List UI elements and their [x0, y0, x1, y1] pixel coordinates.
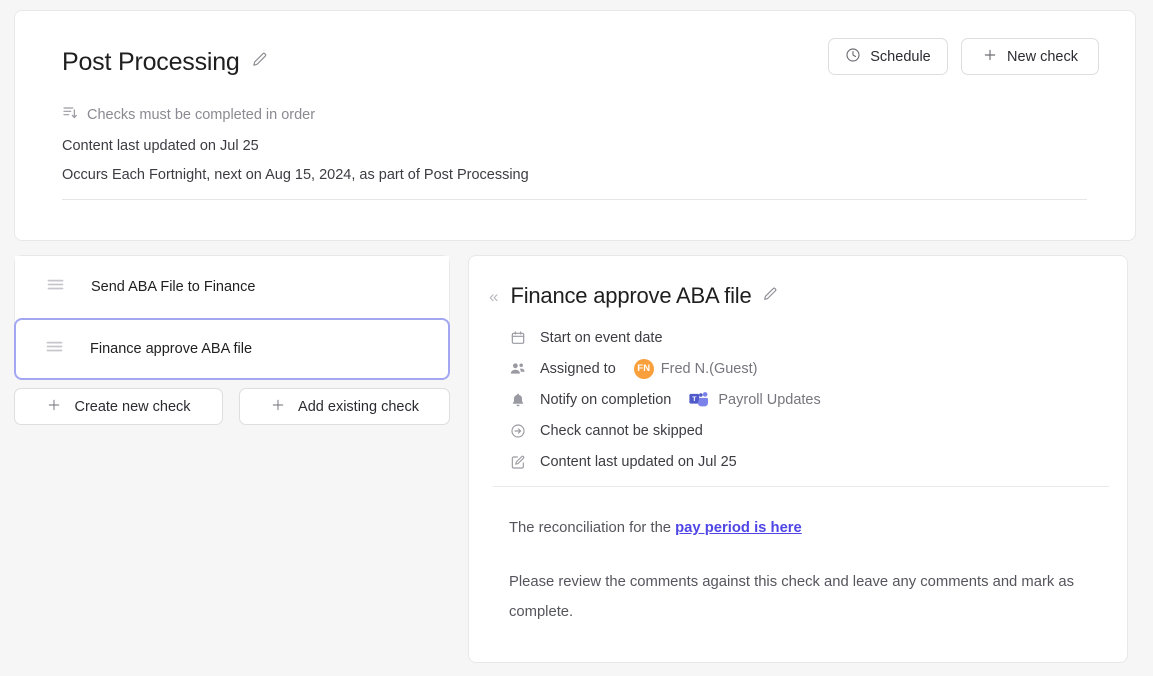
meta-row-assigned-to[interactable]: Assigned to FN Fred N.(Guest) — [509, 353, 1109, 384]
meta-row-skip[interactable]: Check cannot be skipped — [509, 415, 1109, 446]
add-existing-check-button[interactable]: Add existing check — [239, 388, 450, 425]
process-header-card: Post Processing Checks must be completed… — [14, 10, 1136, 241]
occurrence-text: Occurs Each Fortnight, next on Aug 15, 2… — [62, 167, 529, 183]
new-check-button-label: New check — [1007, 48, 1078, 65]
calendar-icon — [509, 329, 526, 346]
drag-handle-icon[interactable] — [45, 274, 66, 300]
page-title: Post Processing — [62, 48, 240, 76]
body-paragraph-1: The reconciliation for the pay period is… — [509, 513, 1079, 543]
detail-divider — [493, 486, 1109, 487]
notify-target[interactable]: T Payroll Updates — [685, 391, 821, 408]
body-paragraph-2: Please review the comments against this … — [509, 574, 1075, 620]
assignee[interactable]: FN Fred N.(Guest) — [630, 358, 758, 379]
check-list-item-label: Send ABA File to Finance — [91, 278, 256, 295]
detail-title: Finance approve ABA file — [510, 283, 752, 308]
notify-channel-name: Payroll Updates — [718, 391, 821, 408]
assignee-name: Fred N.(Guest) — [660, 360, 758, 377]
meta-row-content-updated[interactable]: Content last updated on Jul 25 — [509, 446, 1109, 477]
avatar: FN — [633, 358, 654, 379]
app-page: Post Processing Checks must be completed… — [0, 0, 1153, 676]
body-paragraph-1-prefix: The reconciliation for the — [509, 520, 676, 536]
sort-order-icon — [62, 104, 78, 125]
double-chevron-left-icon[interactable]: « — [489, 288, 498, 305]
meta-label-assigned-to: Assigned to — [540, 360, 616, 377]
meta-label-content-updated: Content last updated on Jul 25 — [540, 453, 737, 470]
pencil-square-icon — [509, 453, 526, 470]
clock-icon — [845, 47, 861, 67]
add-existing-check-label: Add existing check — [298, 398, 419, 415]
meta-label-start-date: Start on event date — [540, 329, 663, 346]
order-note-text: Checks must be completed in order — [87, 106, 316, 123]
title-row: Post Processing — [62, 47, 268, 77]
people-icon — [509, 360, 526, 377]
create-new-check-button[interactable]: Create new check — [14, 388, 223, 425]
microsoft-teams-icon: T — [689, 391, 710, 408]
schedule-button[interactable]: Schedule — [828, 38, 948, 75]
last-updated-text: Content last updated on Jul 25 — [62, 138, 259, 154]
pencil-icon[interactable] — [762, 286, 778, 307]
header-divider — [62, 199, 1087, 200]
meta-label-skip: Check cannot be skipped — [540, 422, 703, 439]
bell-icon — [509, 391, 526, 408]
meta-row-notify[interactable]: Notify on completion T Payroll Updates — [509, 384, 1109, 415]
check-list-item[interactable]: Send ABA File to Finance — [15, 256, 449, 317]
check-list-item-selected[interactable]: Finance approve ABA file — [14, 318, 450, 380]
arrow-circle-right-icon — [509, 422, 526, 439]
check-detail-card: « Finance approve ABA file Start on even… — [468, 255, 1128, 663]
check-list-item-label: Finance approve ABA file — [90, 341, 253, 357]
pencil-icon[interactable] — [251, 51, 268, 73]
meta-label-notify: Notify on completion — [540, 391, 672, 408]
create-new-check-label: Create new check — [74, 398, 191, 415]
drag-handle-icon[interactable] — [44, 336, 65, 362]
plus-icon — [270, 397, 286, 417]
schedule-button-label: Schedule — [870, 48, 931, 65]
meta-row-start-date[interactable]: Start on event date — [509, 322, 1109, 353]
plus-icon — [982, 47, 998, 67]
detail-meta-list: Start on event date Assigned to FN Fred … — [509, 322, 1109, 477]
pay-period-link[interactable]: pay period is here — [675, 520, 802, 536]
order-note-row: Checks must be completed in order — [62, 104, 315, 125]
new-check-button[interactable]: New check — [961, 38, 1099, 75]
detail-title-row: « Finance approve ABA file — [489, 283, 778, 309]
plus-icon — [46, 397, 62, 417]
